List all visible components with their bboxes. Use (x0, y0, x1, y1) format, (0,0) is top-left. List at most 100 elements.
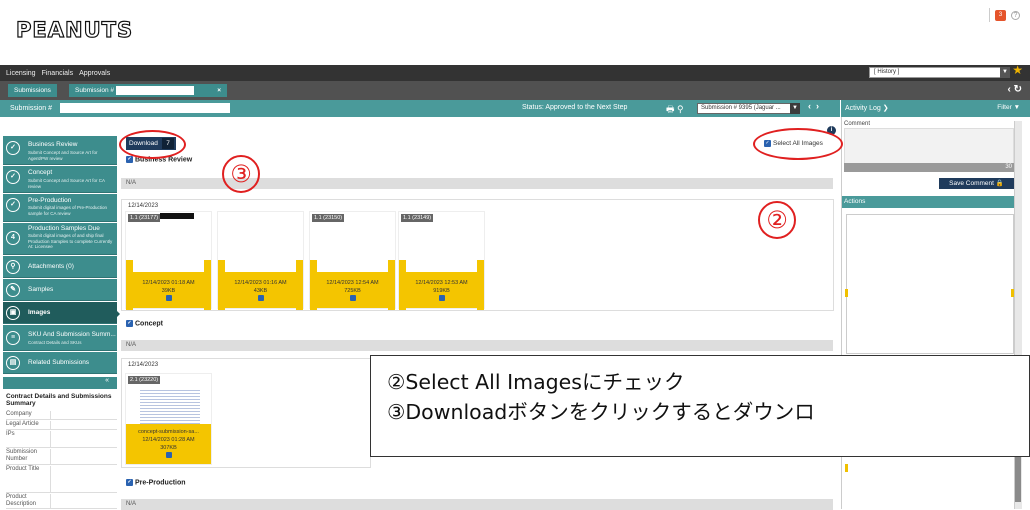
marker (845, 289, 848, 297)
image-meta: 12/14/2023 01:18 AM 39KB (126, 272, 211, 308)
collapse-button[interactable]: « (3, 377, 117, 389)
contract-summary-title: Contract Details and Submissions Summary (6, 393, 112, 407)
image-name: concept-submission-sa... (138, 429, 199, 435)
sidebar-item-sub: Submit digital images of Pre-Production … (28, 205, 108, 216)
sidebar-item-attachments[interactable]: ⚲ Attachments (0) (3, 256, 117, 278)
sidebar-item-label: Pre-Production (28, 197, 72, 204)
field-label: Product Title (6, 466, 50, 493)
nav-licensing[interactable]: Licensing (6, 70, 36, 77)
notification-icon[interactable]: 3 (995, 9, 1006, 21)
sidebar-item-sku-summary[interactable]: ≡ SKU And Submission Summ... Contract De… (3, 325, 117, 351)
chevron-down-icon[interactable]: ▼ (790, 103, 800, 114)
nav-approvals[interactable]: Approvals (79, 70, 110, 77)
field-value (50, 466, 117, 493)
status-text: Status: Approved to the Next Step (522, 104, 628, 111)
marker (845, 464, 848, 472)
redacted-block (160, 213, 194, 219)
sidebar-item-production-samples[interactable]: 4 Production Samples Due Submit digital … (3, 223, 117, 255)
image-checkbox[interactable] (257, 295, 264, 301)
sidebar-item-images[interactable]: ▣ Images (3, 302, 117, 324)
image-id: 1.1 (23177) (128, 214, 161, 222)
checkbox-icon[interactable]: ✓ (126, 479, 133, 486)
field-label: Submission Number (6, 449, 50, 465)
close-icon[interactable]: × (217, 84, 221, 97)
image-thumb[interactable]: 1.1 (23177) 12/14/2023 01:18 AM 39KB (125, 211, 212, 310)
sidebar-item-label: SKU And Submission Summ... (28, 331, 116, 338)
submission-select[interactable]: Submission # 9395 (Jaguar ... (697, 103, 791, 114)
field-value (50, 494, 117, 509)
comment-input[interactable] (844, 128, 1014, 164)
filter-button[interactable]: Filter ▼ (997, 104, 1020, 111)
image-meta: 12/14/2023 12:53 AM 919KB (399, 272, 484, 308)
sidebar-item-pre-production[interactable]: ✓ Pre-Production Submit digital images o… (3, 194, 117, 222)
image-date: 12/14/2023 01:18 AM (142, 280, 195, 286)
image-icon: ▣ (6, 306, 20, 320)
field-value (50, 411, 117, 420)
sidebar-item-samples[interactable]: ✎ Samples (3, 279, 117, 301)
highlight-circle (753, 128, 843, 160)
tab-submission-detail[interactable]: Submission # × (69, 84, 227, 97)
print-icon[interactable]: 🖶 ⚲ (666, 102, 684, 118)
instruction-note: ②Select All Imagesにチェック ③Downloadボタンをクリッ… (370, 355, 1030, 457)
image-meta: 12/14/2023 12:54 AM 725KB (310, 272, 395, 308)
image-thumb[interactable]: 1.1 (23149) 12/14/2023 12:53 AM 919KB (398, 211, 485, 310)
prev-next-icons[interactable]: ‹ › (808, 101, 819, 111)
list-icon: ≡ (6, 331, 20, 345)
image-meta: 12/14/2023 01:16 AM 43KB (218, 272, 303, 308)
sidebar-item-label: Concept (28, 169, 53, 176)
peanuts-logo[interactable]: PEANUTS (15, 17, 133, 42)
chevron-down-icon[interactable]: ▼ (1000, 67, 1010, 78)
history-select[interactable]: [ History ] (869, 67, 1002, 78)
star-icon[interactable]: ★ (1012, 63, 1023, 77)
lock-icon: 🔒 (995, 180, 1004, 187)
char-count: 30 (844, 163, 1014, 172)
help-icon[interactable]: ? (1011, 10, 1020, 20)
nav-financials[interactable]: Financials (42, 70, 74, 77)
field-label: IPs (6, 431, 50, 448)
highlight-circle (119, 130, 186, 159)
field-value (50, 431, 117, 448)
field-value (50, 449, 117, 465)
checkbox-icon[interactable]: ✓ (126, 156, 133, 163)
sidebar-item-concept[interactable]: ✓ Concept Submit Concept and Source Art … (3, 166, 117, 193)
top-icons: 3 ? (989, 8, 1020, 22)
group-date: 12/14/2023 (128, 203, 159, 209)
save-comment-button[interactable]: Save Comment 🔒 (939, 178, 1014, 189)
sidebar-item-business-review[interactable]: ✓ Business Review Submit Concept and Sou… (3, 136, 117, 165)
submission-label: Submission # (10, 105, 53, 112)
document-icon: ▤ (6, 356, 20, 370)
actions-header: Actions (842, 196, 1021, 208)
active-pointer (114, 308, 120, 320)
image-thumb[interactable]: 12/14/2023 01:16 AM 43KB (217, 211, 304, 310)
section-title: Concept (135, 320, 163, 328)
image-checkbox[interactable] (165, 452, 172, 458)
na-bar: N/A (121, 340, 833, 351)
image-thumb[interactable]: 2.1 (23220) concept-submission-sa... 12/… (125, 373, 212, 465)
marker-3: ③ (222, 155, 260, 193)
sidebar-item-label: Images (28, 309, 51, 316)
image-checkbox[interactable] (438, 295, 445, 301)
image-date: 12/14/2023 12:53 AM (415, 280, 468, 286)
filter-label: Filter (997, 104, 1012, 111)
divider (989, 8, 990, 22)
tab-submissions[interactable]: Submissions (8, 84, 57, 97)
tab-nav-icons[interactable]: ‹ ↻ (1008, 84, 1023, 95)
image-checkbox[interactable] (349, 295, 356, 301)
tab-label: Submission # (75, 87, 115, 94)
sidebar-item-label: Attachments (0) (28, 263, 74, 270)
field-label: Product Description (6, 494, 50, 509)
section-concept: ✓ Concept (126, 320, 163, 327)
sidebar-item-related[interactable]: ▤ Related Submissions (3, 352, 117, 374)
image-checkbox[interactable] (165, 295, 172, 301)
field-label: Company (6, 411, 50, 420)
section-title: Pre-Production (135, 479, 186, 487)
image-id: 1.1 (23149) (401, 214, 434, 222)
image-thumb[interactable]: 1.1 (23150) 12/14/2023 12:54 AM 725KB (309, 211, 396, 310)
number-icon: 4 (6, 231, 20, 245)
checkbox-icon[interactable]: ✓ (126, 320, 133, 327)
redacted-block (116, 85, 195, 95)
sidebar-item-sub: Submit digital images of and ship final … (28, 233, 113, 249)
check-circle-icon: ✓ (6, 198, 20, 212)
section-pre-production: ✓ Pre-Production (126, 479, 186, 486)
field-value (50, 421, 117, 430)
